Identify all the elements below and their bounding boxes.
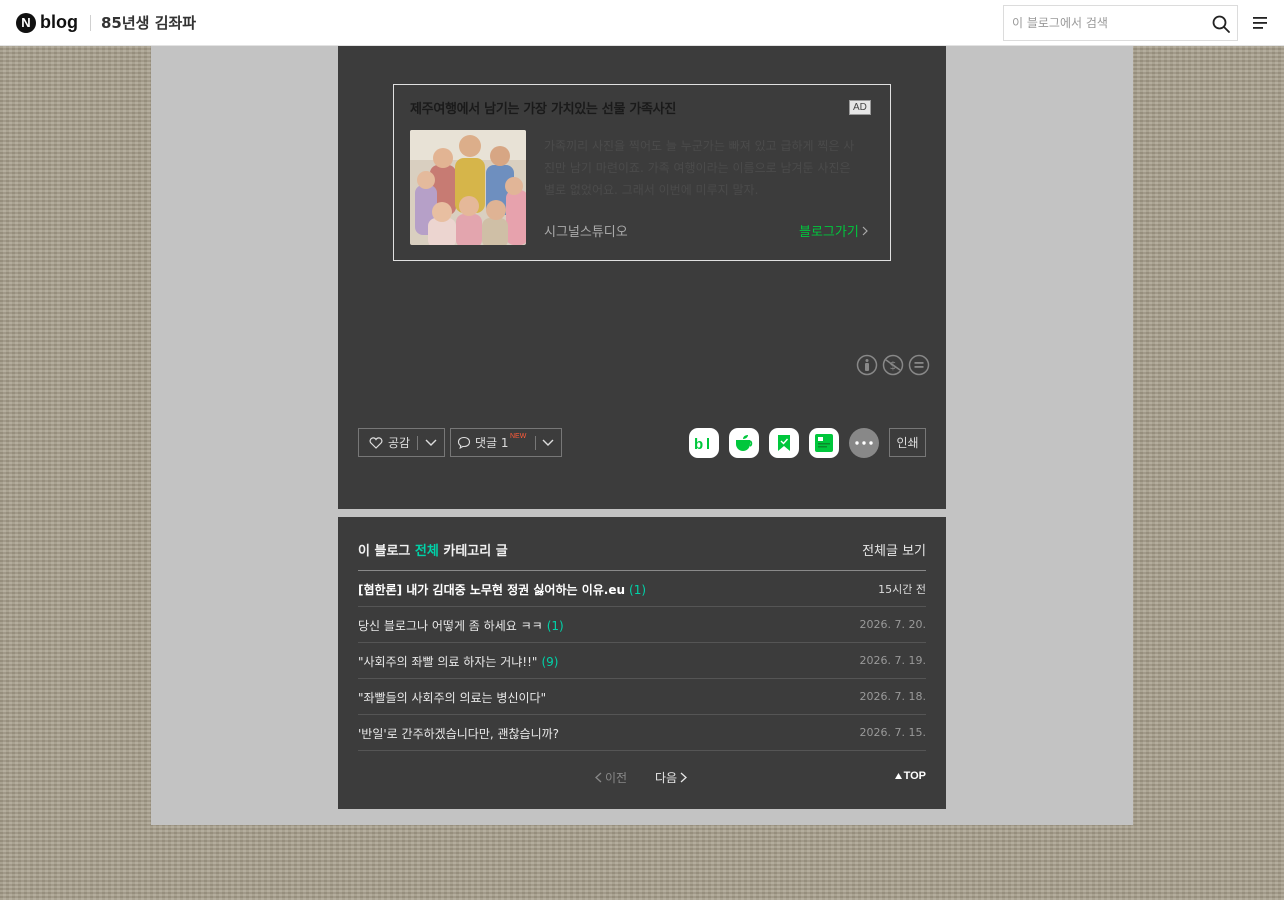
more-options-icon[interactable]: [849, 428, 879, 458]
post-date: 15시간 전: [878, 582, 926, 596]
category-header-prefix: 이 블로그: [358, 544, 411, 559]
post-date: 2026. 7. 15.: [859, 726, 926, 739]
comment-count: (1): [629, 583, 647, 597]
post-date: 2026. 7. 18.: [859, 690, 926, 703]
chevron-right-icon: [862, 226, 868, 235]
share-bookmark-icon[interactable]: [769, 428, 799, 458]
search-box: [1003, 5, 1238, 41]
post-panel: 제주여행에서 남기는 가장 가치있는 선물 가족사진 AD 가족끼리 사진을 찍…: [338, 46, 946, 509]
new-badge: NEW: [510, 433, 527, 440]
post-list-item[interactable]: "좌빨들의 사회주의 의료는 병신이다" 2026. 7. 18.: [358, 679, 926, 715]
post-date: 2026. 7. 20.: [859, 618, 926, 631]
header-divider: [90, 15, 91, 31]
chevron-down-icon[interactable]: [542, 437, 554, 447]
post-title[interactable]: "좌빨들의 사회주의 의료는 병신이다": [358, 691, 546, 705]
comment-icon: [457, 436, 471, 449]
ad-description: 가족끼리 사진을 찍어도 늘 누군가는 빠져 있고 급하게 찍은 사진만 남기 …: [544, 139, 855, 197]
chevron-left-icon: [595, 772, 602, 783]
ad-blog-link[interactable]: 블로그가기: [799, 221, 868, 240]
like-divider: [417, 436, 418, 450]
logo-text: blog: [40, 12, 78, 32]
ad-source[interactable]: 시그널스튜디오: [544, 221, 628, 240]
triangle-up-icon: [894, 773, 902, 779]
like-button[interactable]: 공감: [358, 428, 445, 457]
comment-count: (9): [541, 655, 559, 669]
top-bar: N blog 85년생 김좌파: [0, 0, 1284, 46]
search-icon[interactable]: [1211, 14, 1231, 34]
scroll-top-button[interactable]: TOP: [894, 770, 926, 782]
naver-logo-icon: N: [16, 12, 36, 33]
post-list-item[interactable]: [협한론] 내가 김대중 노무현 정권 싫어하는 이유.eu (1) 15시간 전: [358, 571, 926, 607]
cc-attribution-icon: [856, 354, 878, 376]
post-title[interactable]: 당신 블로그나 어떻게 좀 하세요 ㅋㅋ: [358, 619, 543, 633]
pagination: 이전 다음 TOP: [338, 769, 946, 785]
ad-card[interactable]: 제주여행에서 남기는 가장 가치있는 선물 가족사진 AD 가족끼리 사진을 찍…: [393, 84, 891, 261]
post-list-item[interactable]: '반일'로 간주하겠습니다만, 괜찮습니까? 2026. 7. 15.: [358, 715, 926, 751]
category-header: 이 블로그 전체 카테고리 글: [358, 540, 508, 559]
category-posts-panel: 이 블로그 전체 카테고리 글 전체글 보기 [협한론] 내가 김대중 노무현 …: [338, 517, 946, 809]
comment-button[interactable]: 댓글 1 NEW: [450, 428, 562, 457]
post-title[interactable]: "사회주의 좌빨 의료 하자는 거냐!!": [358, 655, 537, 669]
share-memo-icon[interactable]: [809, 428, 839, 458]
heart-icon: [369, 436, 383, 449]
share-cafe-icon[interactable]: [729, 428, 759, 458]
blog-title[interactable]: 85년생 김좌파: [101, 12, 196, 33]
chevron-down-icon[interactable]: [425, 437, 437, 447]
ad-family-photo[interactable]: [410, 130, 526, 245]
share-band-icon[interactable]: b: [689, 428, 719, 458]
menu-icon[interactable]: [1252, 15, 1268, 31]
naver-blog-logo[interactable]: N blog: [16, 12, 78, 33]
next-page-button[interactable]: 다음: [655, 769, 688, 786]
category-name[interactable]: 전체: [415, 544, 439, 559]
search-input[interactable]: [1012, 14, 1202, 32]
ad-title[interactable]: 제주여행에서 남기는 가장 가치있는 선물 가족사진: [410, 98, 676, 117]
post-title[interactable]: '반일'로 간주하겠습니다만, 괜찮습니까?: [358, 727, 559, 741]
post-title[interactable]: [협한론] 내가 김대중 노무현 정권 싫어하는 이유.eu: [358, 583, 625, 597]
view-all-posts-link[interactable]: 전체글 보기: [862, 540, 926, 559]
post-date: 2026. 7. 19.: [859, 654, 926, 667]
comment-divider: [535, 436, 536, 450]
chevron-right-icon: [680, 772, 688, 783]
post-list: [협한론] 내가 김대중 노무현 정권 싫어하는 이유.eu (1) 15시간 전…: [358, 570, 926, 751]
ccl-license[interactable]: $: [852, 354, 930, 376]
print-button[interactable]: 인쇄: [889, 428, 926, 457]
top-label: TOP: [903, 770, 926, 782]
next-label: 다음: [655, 771, 678, 785]
category-header-suffix: 카테고리 글: [443, 544, 508, 559]
ad-badge: AD: [849, 100, 871, 115]
post-list-item[interactable]: 당신 블로그나 어떻게 좀 하세요 ㅋㅋ (1) 2026. 7. 20.: [358, 607, 926, 643]
post-list-item[interactable]: "사회주의 좌빨 의료 하자는 거냐!!" (9) 2026. 7. 19.: [358, 643, 926, 679]
cc-noncommercial-icon: $: [882, 354, 904, 376]
prev-label: 이전: [605, 771, 628, 785]
svg-text:b: b: [694, 436, 703, 451]
prev-page-button[interactable]: 이전: [595, 769, 627, 786]
comment-count: (1): [546, 619, 564, 633]
ad-link-label: 블로그가기: [799, 225, 859, 240]
like-label: 공감: [388, 436, 411, 450]
comment-label: 댓글 1: [475, 436, 509, 450]
cc-noderivatives-icon: [908, 354, 930, 376]
